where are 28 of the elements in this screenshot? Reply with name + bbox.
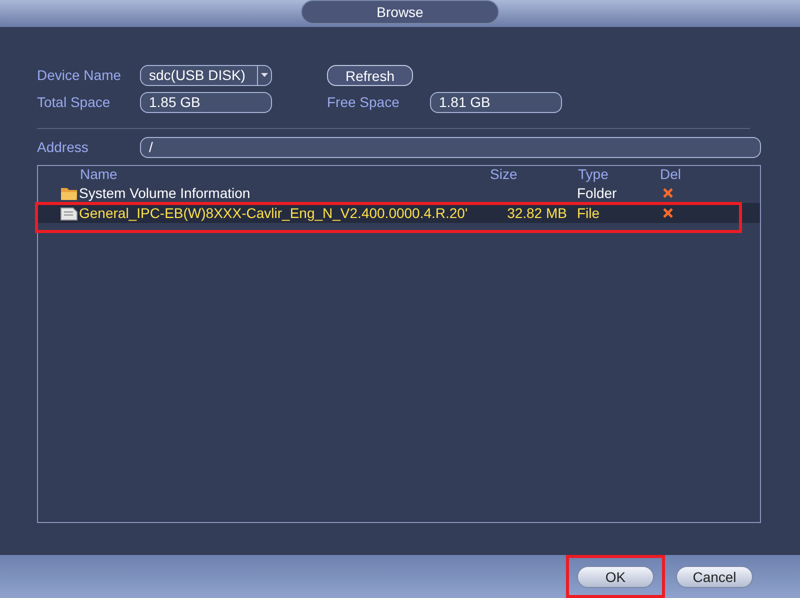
file-name: General_IPC-EB(W)8XXX-Cavlir_Eng_N_V2.400.0000.4.R.20' bbox=[79, 204, 469, 223]
file-type: Folder bbox=[577, 184, 618, 202]
address-field[interactable]: / bbox=[140, 136, 761, 158]
dialog-button[interactable]: Cancel bbox=[676, 566, 753, 588]
column-header: Size bbox=[490, 165, 518, 184]
delete-icon[interactable] bbox=[662, 187, 674, 199]
window-title: Browse bbox=[301, 0, 499, 24]
free-space-field: 1.81 GB bbox=[430, 92, 562, 112]
column-header: Name bbox=[80, 165, 118, 184]
device-dropdown[interactable]: sdc(USB DISK) bbox=[140, 64, 272, 86]
column-header: Del bbox=[660, 165, 682, 184]
total-space-field: 1.85 GB bbox=[140, 92, 272, 112]
file-type: File bbox=[577, 204, 601, 222]
delete-icon[interactable] bbox=[662, 207, 674, 219]
field-label: Free Space bbox=[327, 92, 400, 112]
dialog-button[interactable]: OK bbox=[577, 566, 654, 588]
file-row[interactable]: System Volume Information Folder bbox=[38, 183, 760, 203]
refresh-button[interactable]: Refresh bbox=[327, 64, 413, 86]
caret-icon bbox=[261, 73, 268, 77]
column-header: Type bbox=[578, 165, 610, 184]
field-label: Total Space bbox=[37, 92, 112, 112]
file-size: 32.82 MB bbox=[506, 204, 567, 222]
file-name: System Volume Information bbox=[79, 184, 252, 203]
folder-icon bbox=[60, 186, 78, 200]
file-row[interactable]: General_IPC-EB(W)8XXX-Cavlir_Eng_N_V2.400.0000.4.R.20' 32.82 MB File bbox=[38, 203, 760, 223]
field-label: Device Name bbox=[37, 66, 122, 84]
field-label: Address bbox=[37, 138, 90, 156]
file-icon bbox=[60, 206, 78, 220]
